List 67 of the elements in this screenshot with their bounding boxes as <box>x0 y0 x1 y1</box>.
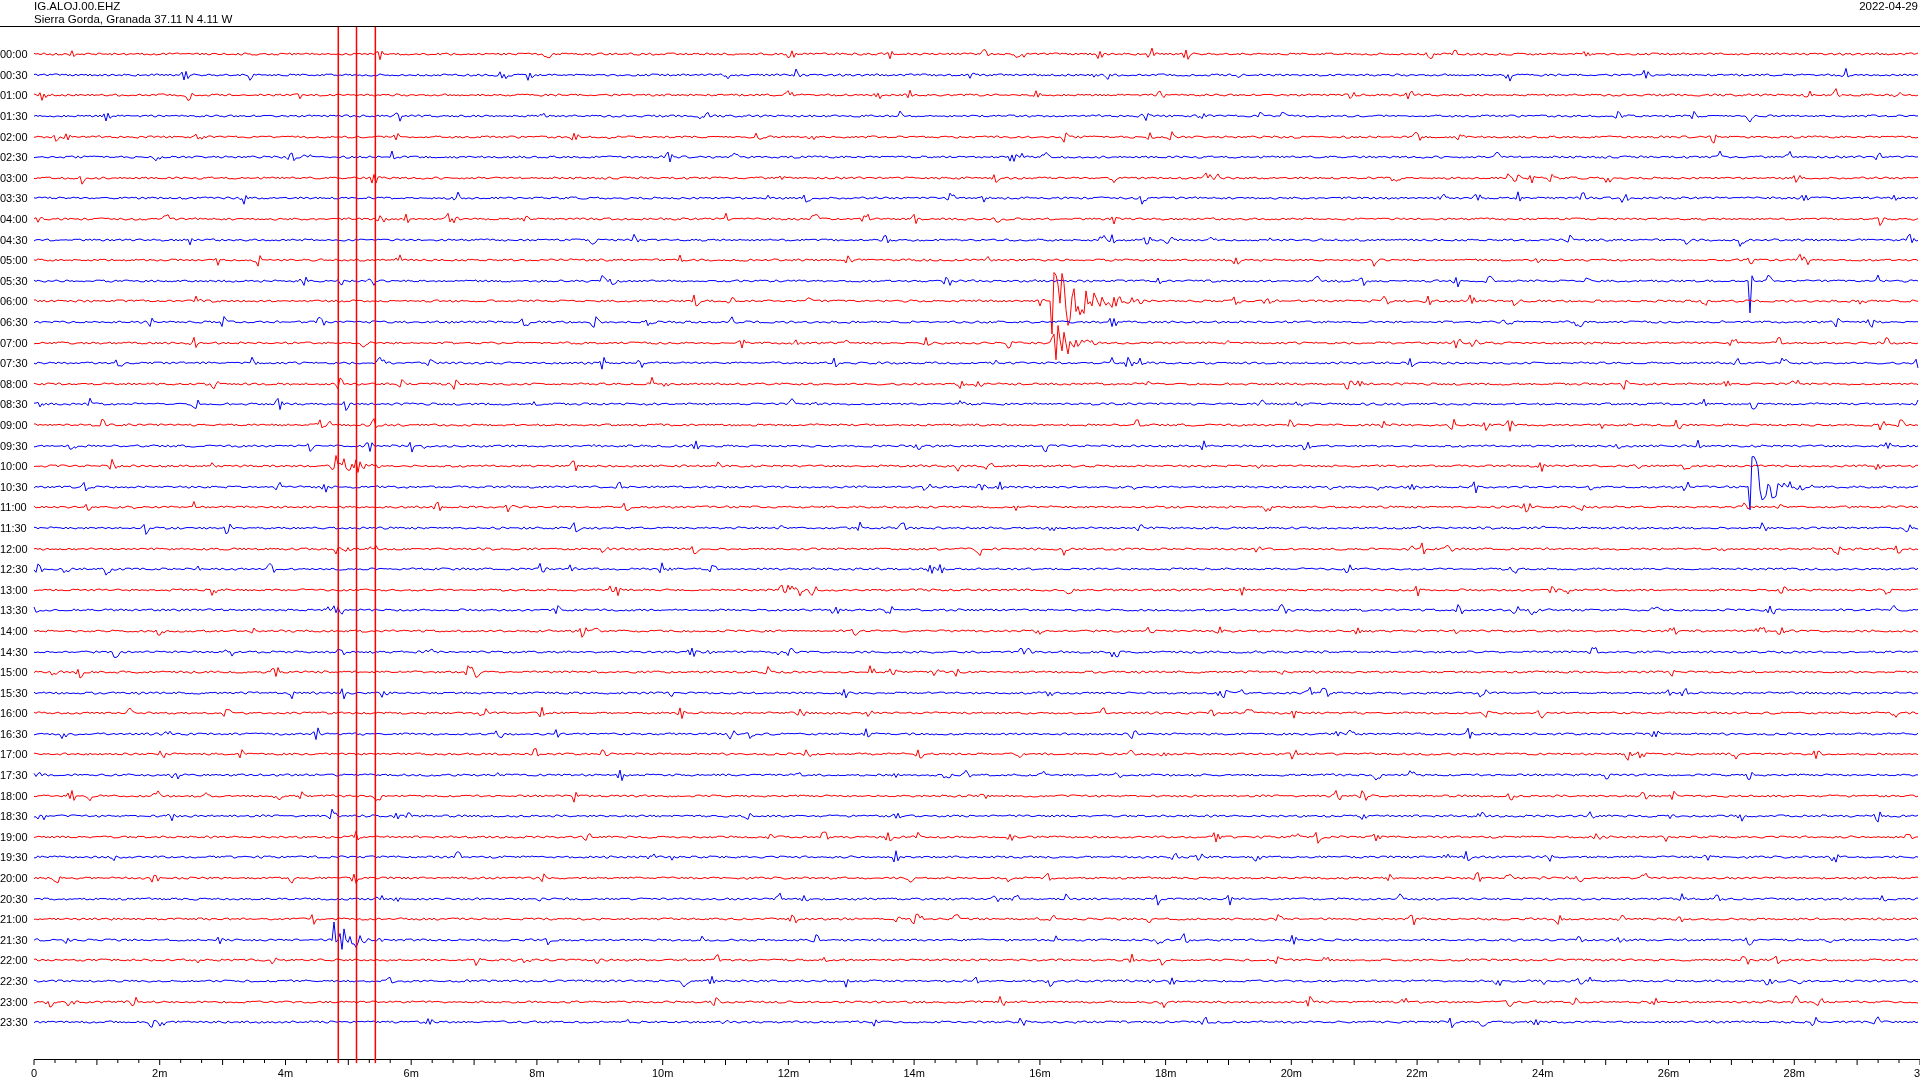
axis-tick-label: 24m <box>1532 1067 1554 1079</box>
time-label: 23:00 <box>0 995 29 1008</box>
time-label: 03:00 <box>0 171 29 184</box>
axis-tick-label: 16m <box>1029 1067 1051 1079</box>
axis-tick-label: 14m <box>903 1067 925 1079</box>
time-label: 19:00 <box>0 830 29 843</box>
time-label: 11:00 <box>0 501 28 514</box>
time-label: 09:00 <box>0 419 29 431</box>
time-label: 21:30 <box>0 933 29 946</box>
date-label: 2022-04-29 <box>1859 0 1919 13</box>
time-label: 22:30 <box>0 975 29 987</box>
axis-tick-label: 3 <box>1913 1067 1920 1079</box>
time-label: 01:00 <box>0 89 29 102</box>
time-label: 22:00 <box>0 954 29 967</box>
time-label: 17:00 <box>0 748 29 761</box>
time-label: 12:00 <box>0 542 29 555</box>
time-label: 11:30 <box>0 521 28 534</box>
time-label: 07:00 <box>0 336 29 349</box>
time-label: 07:30 <box>0 357 29 370</box>
time-label: 18:00 <box>0 789 29 802</box>
time-label: 09:30 <box>0 439 29 452</box>
time-label: 20:00 <box>0 872 29 885</box>
axis-tick-label: 6m <box>403 1067 419 1079</box>
time-label: 06:00 <box>0 295 29 308</box>
axis-tick-label: 28m <box>1783 1067 1805 1079</box>
time-label: 16:00 <box>0 707 29 720</box>
time-label: 01:30 <box>0 110 29 123</box>
time-label: 00:00 <box>0 48 29 61</box>
time-label: 08:00 <box>0 377 29 390</box>
axis-tick-label: 20m <box>1280 1067 1303 1079</box>
time-label: 10:00 <box>0 460 29 473</box>
time-label: 13:30 <box>0 604 29 617</box>
axis-tick-label: 10m <box>651 1067 674 1079</box>
time-label: 00:30 <box>0 68 29 81</box>
time-label: 19:30 <box>0 851 29 864</box>
station-code: IG.ALOJ.00.EHZ <box>34 0 122 13</box>
axis-tick-label: 8m <box>529 1067 545 1079</box>
time-label: 14:00 <box>0 624 29 637</box>
time-label: 06:30 <box>0 316 29 328</box>
axis-tick-label: 12m <box>777 1067 800 1079</box>
time-label: 10:30 <box>0 480 29 493</box>
axis-tick-label: 0 <box>30 1067 38 1079</box>
time-label: 21:00 <box>0 913 29 926</box>
time-label: 18:30 <box>0 810 29 823</box>
time-label: 12:30 <box>0 563 29 576</box>
time-label: 02:30 <box>0 151 29 164</box>
time-label: 08:30 <box>0 398 29 411</box>
time-label: 15:30 <box>0 686 29 699</box>
time-label: 17:30 <box>0 769 29 782</box>
time-label: 05:30 <box>0 274 29 287</box>
axis-tick-label: 4m <box>277 1067 294 1079</box>
time-label: 04:30 <box>0 233 29 246</box>
time-label: 14:30 <box>0 645 29 658</box>
axis-tick-label: 26m <box>1657 1067 1680 1079</box>
axis-tick-label: 2m <box>152 1067 168 1079</box>
axis-tick-label: 22m <box>1406 1067 1428 1079</box>
time-label: 04:00 <box>0 213 29 226</box>
time-label: 20:30 <box>0 892 29 905</box>
time-label: 15:00 <box>0 666 29 679</box>
time-label: 16:30 <box>0 727 29 740</box>
time-label: 02:00 <box>0 130 29 143</box>
time-label: 03:30 <box>0 192 29 205</box>
time-label: 05:00 <box>0 254 29 267</box>
axis-tick-label: 18m <box>1154 1067 1177 1079</box>
time-label: 23:30 <box>0 1016 29 1029</box>
time-label: 13:00 <box>0 583 29 596</box>
station-location: Sierra Gorda, Granada 37.11 N 4.11 W <box>34 13 233 26</box>
